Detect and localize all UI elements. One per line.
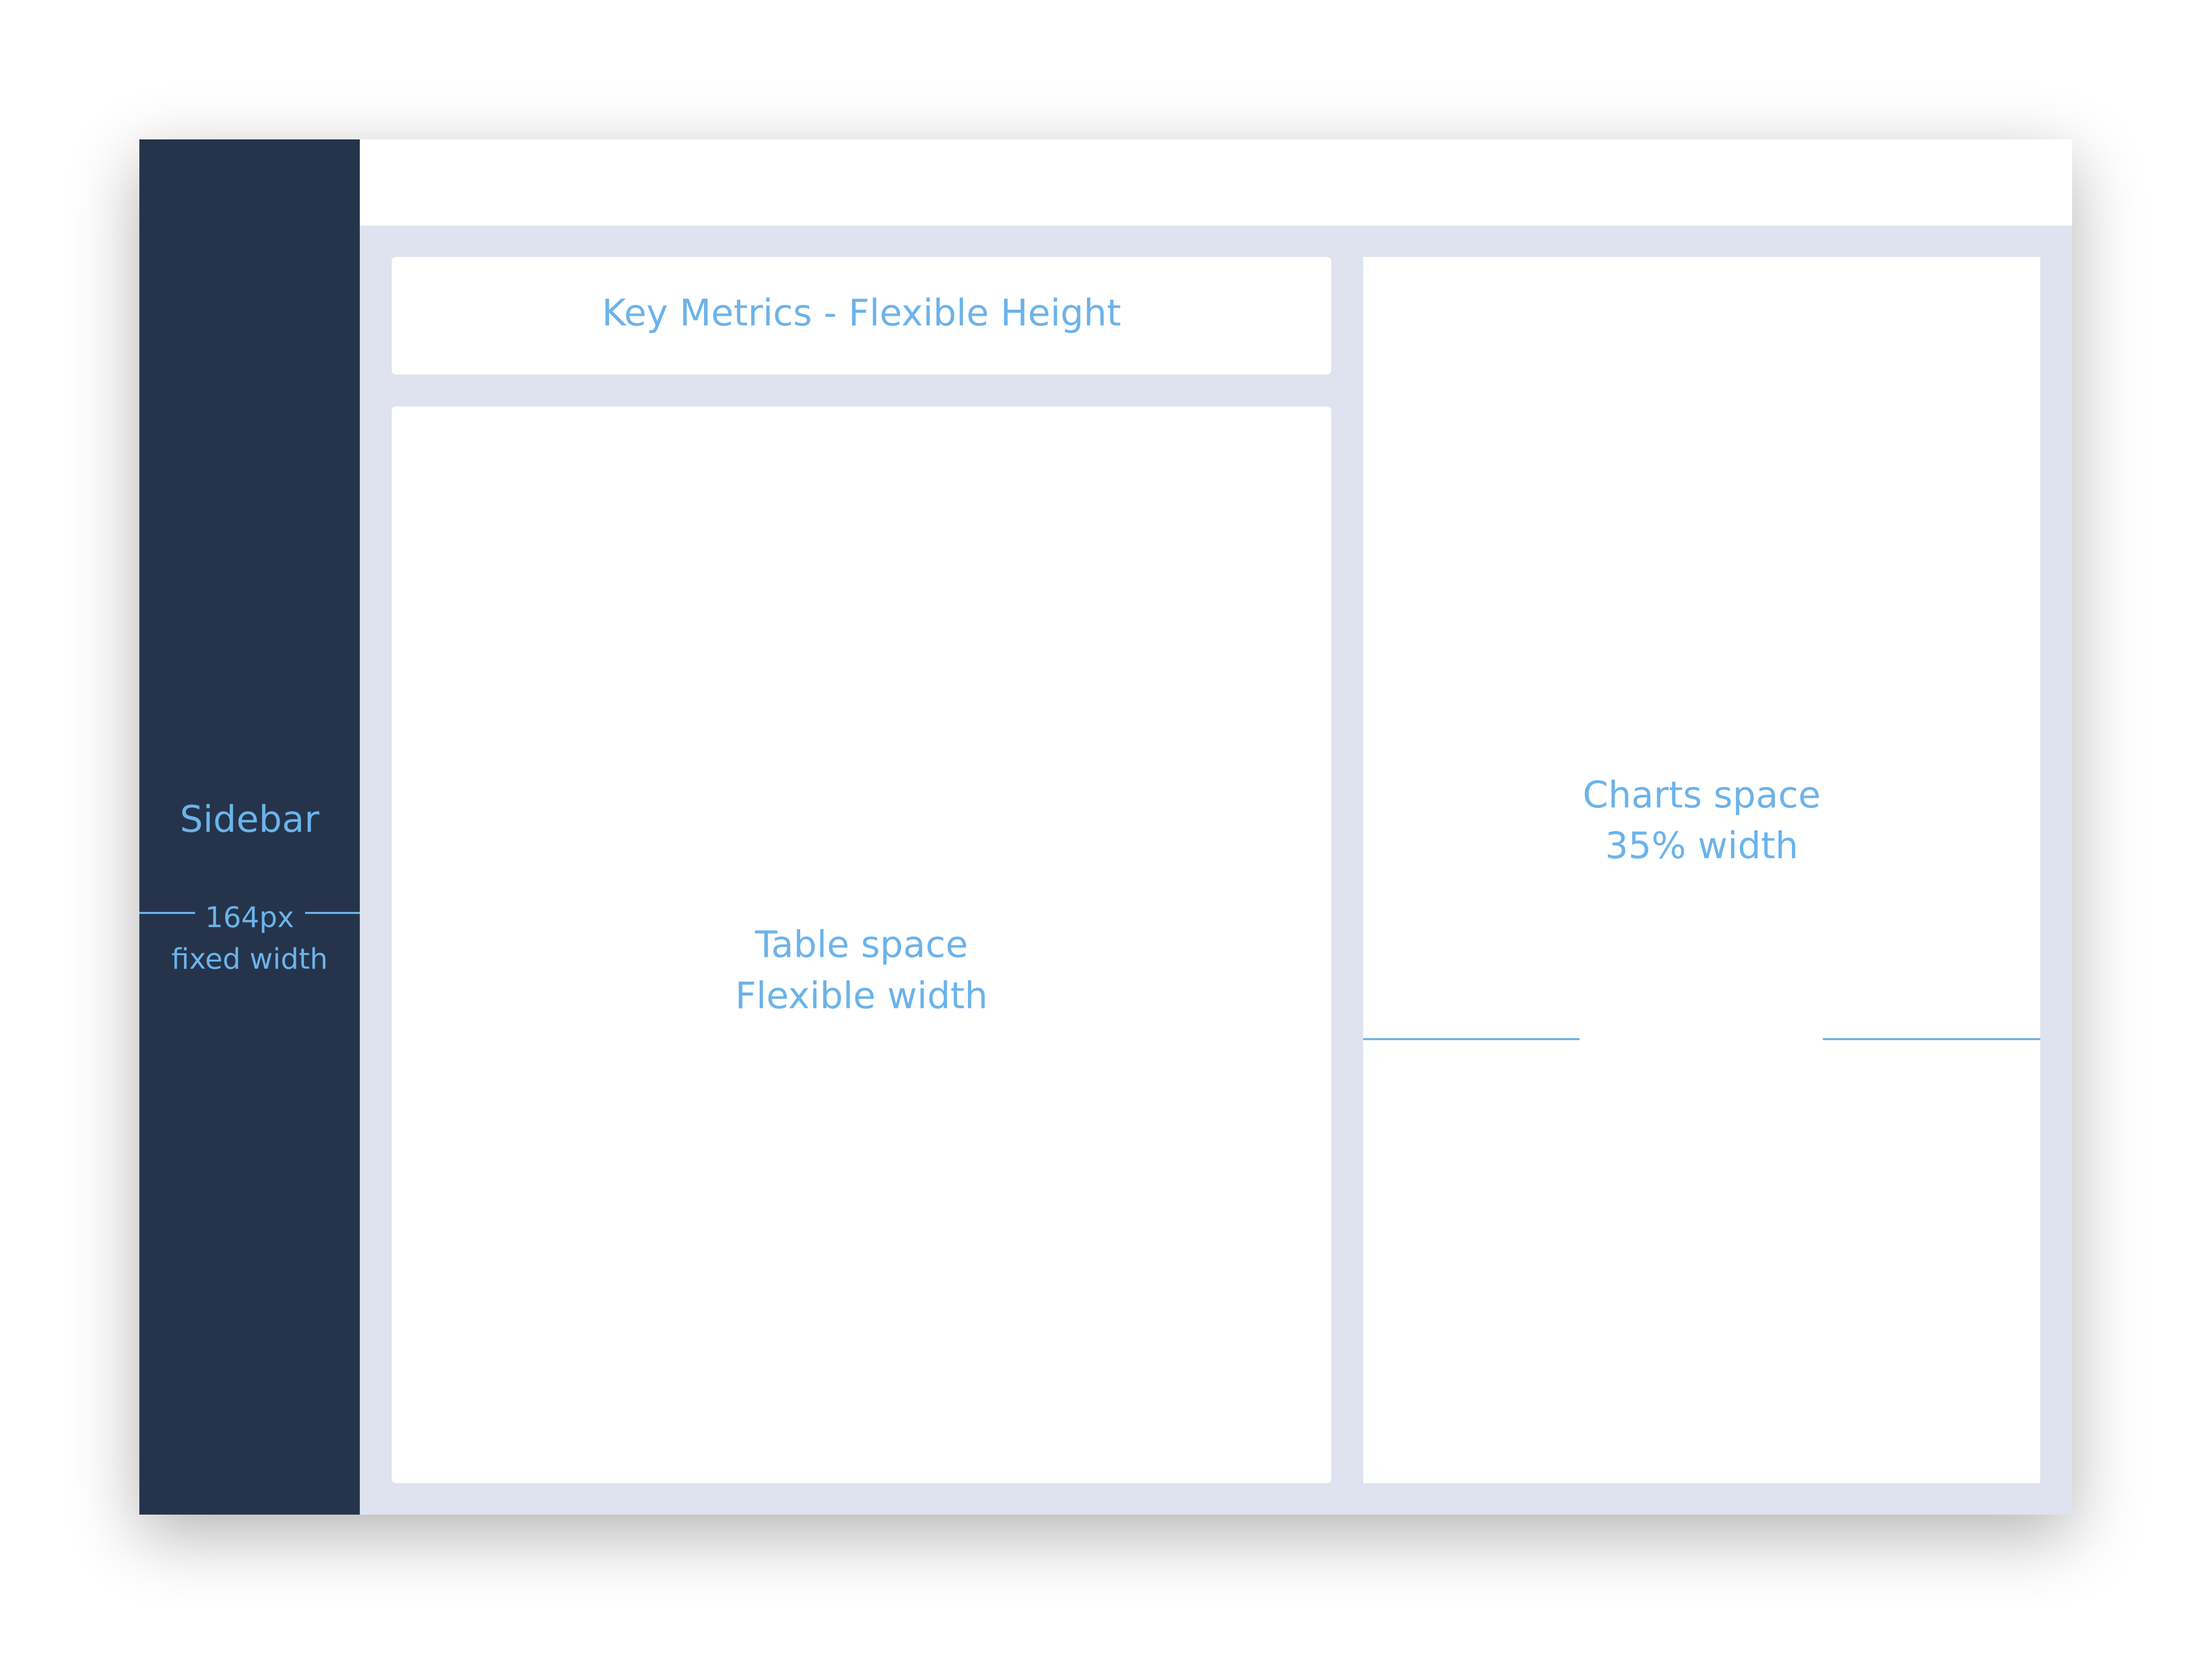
sidebar-dimension-label: 164px	[205, 901, 294, 934]
sidebar: Sidebar 164px fixed width	[139, 139, 360, 1515]
table-label: Table space	[755, 923, 968, 966]
sidebar-dimension-note: fixed width	[171, 943, 328, 976]
charts-dimension-label: 35% width	[1605, 824, 1798, 867]
charts-dimension-line-left	[1363, 1038, 1580, 1040]
charts-dimension-line-right	[1823, 1038, 2040, 1040]
top-header-bar	[360, 139, 2072, 226]
table-panel: Table space Flexible width	[392, 407, 1331, 1483]
page: Sidebar 164px fixed width Key Metrics - …	[0, 0, 2212, 1654]
charts-panel: Charts space 35% width	[1363, 257, 2040, 1483]
layout-frame: Sidebar 164px fixed width Key Metrics - …	[139, 139, 2072, 1515]
key-metrics-panel: Key Metrics - Flexible Height	[392, 257, 1331, 375]
charts-label: Charts space	[1583, 774, 1821, 816]
sidebar-title: Sidebar	[179, 798, 320, 840]
table-width-label: Flexible width	[735, 974, 988, 1017]
key-metrics-label: Key Metrics - Flexible Height	[602, 291, 1121, 334]
sidebar-dimension-line-right	[305, 912, 360, 914]
